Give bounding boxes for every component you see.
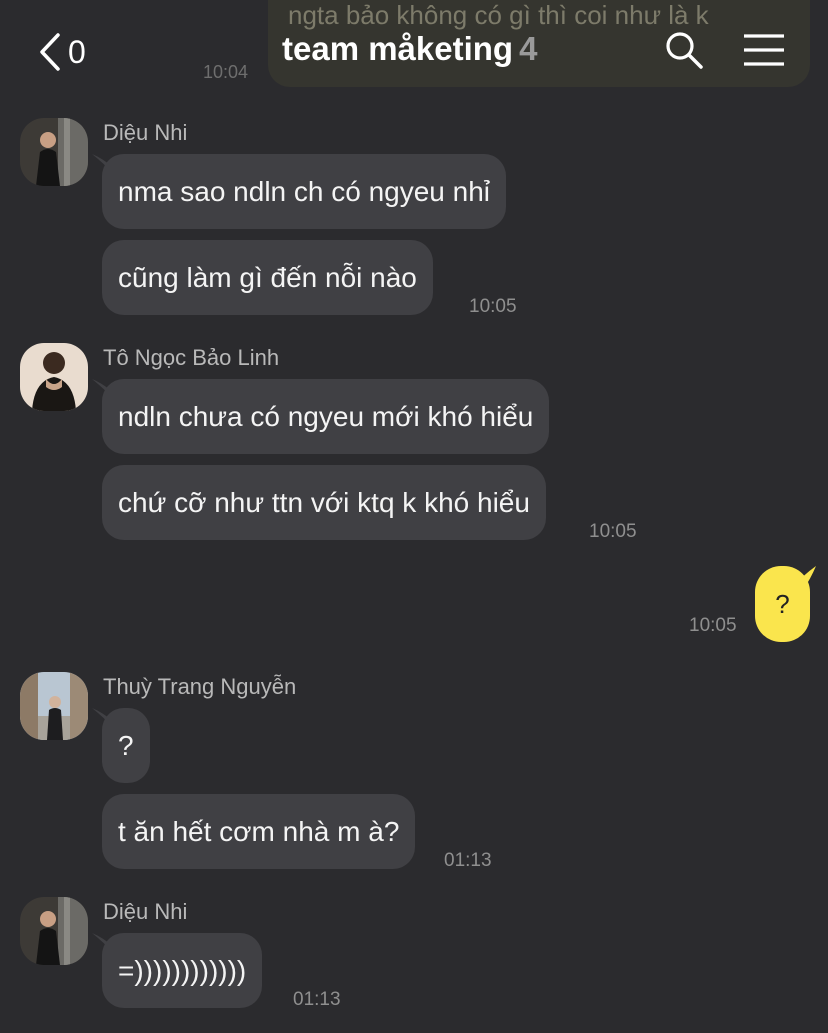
message-bubble[interactable]: =)))))))))))) — [102, 933, 263, 1008]
message-time: 10:05 — [589, 521, 637, 542]
message-text: t ăn hết cơm nhà m à? — [118, 815, 400, 847]
avatar-thuy-trang-nguyen[interactable] — [20, 672, 88, 740]
chat-title-text: team måketing — [282, 30, 514, 67]
avatar-to-ngoc-bao-linh[interactable] — [20, 343, 88, 411]
my-message-bubble[interactable]: ? — [755, 566, 810, 642]
search-button[interactable] — [664, 30, 704, 70]
message-text: chứ cỡ như ttn với ktq k khó hiểu — [118, 486, 530, 518]
message-text: =)))))))))))) — [118, 954, 247, 986]
message-bubble[interactable]: ndln chưa có ngyeu mới khó hiểu — [102, 379, 550, 454]
avatar-photo — [20, 897, 88, 965]
my-message-time: 10:05 — [689, 615, 737, 636]
member-count: 4 — [519, 30, 538, 67]
message-text: cũng làm gì đến nỗi nào — [118, 261, 417, 293]
menu-button[interactable] — [743, 33, 785, 67]
unread-count: 0 — [68, 33, 86, 70]
chat-header: 0 team måketing 4 — [0, 0, 828, 100]
chevron-left-icon — [40, 33, 60, 71]
message-time: 01:13 — [444, 850, 492, 871]
message-bubble[interactable]: cũng làm gì đến nỗi nào — [102, 240, 433, 315]
sender-name: Diệu Nhi — [103, 120, 188, 145]
message-text: nma sao ndln ch có ngyeu nhỉ — [118, 175, 491, 207]
sender-name: Tô Ngọc Bảo Linh — [103, 345, 280, 370]
avatar-photo — [20, 672, 88, 740]
message-time: 10:05 — [469, 296, 517, 317]
chat-title[interactable]: team måketing 4 — [282, 30, 537, 68]
message-text: ? — [775, 588, 790, 619]
sender-name: Diệu Nhi — [103, 899, 188, 924]
message-bubble[interactable]: ? — [102, 708, 150, 783]
hamburger-menu-icon — [744, 34, 784, 66]
avatar-photo — [20, 118, 88, 186]
search-icon — [666, 32, 703, 69]
message-text: ? — [118, 729, 134, 761]
message-bubble[interactable]: nma sao ndln ch có ngyeu nhỉ — [102, 154, 507, 229]
avatar-dieu-nhi[interactable] — [20, 118, 88, 186]
message-bubble[interactable]: t ăn hết cơm nhà m à? — [102, 794, 416, 869]
message-bubble[interactable]: chứ cỡ như ttn với ktq k khó hiểu — [102, 465, 546, 540]
message-text: ndln chưa có ngyeu mới khó hiểu — [118, 400, 534, 432]
avatar-photo — [20, 343, 88, 411]
avatar-dieu-nhi[interactable] — [20, 897, 88, 965]
back-button[interactable]: 0 — [38, 30, 98, 74]
message-time: 01:13 — [293, 989, 341, 1010]
sender-name: Thuỳ Trang Nguyễn — [103, 674, 297, 699]
